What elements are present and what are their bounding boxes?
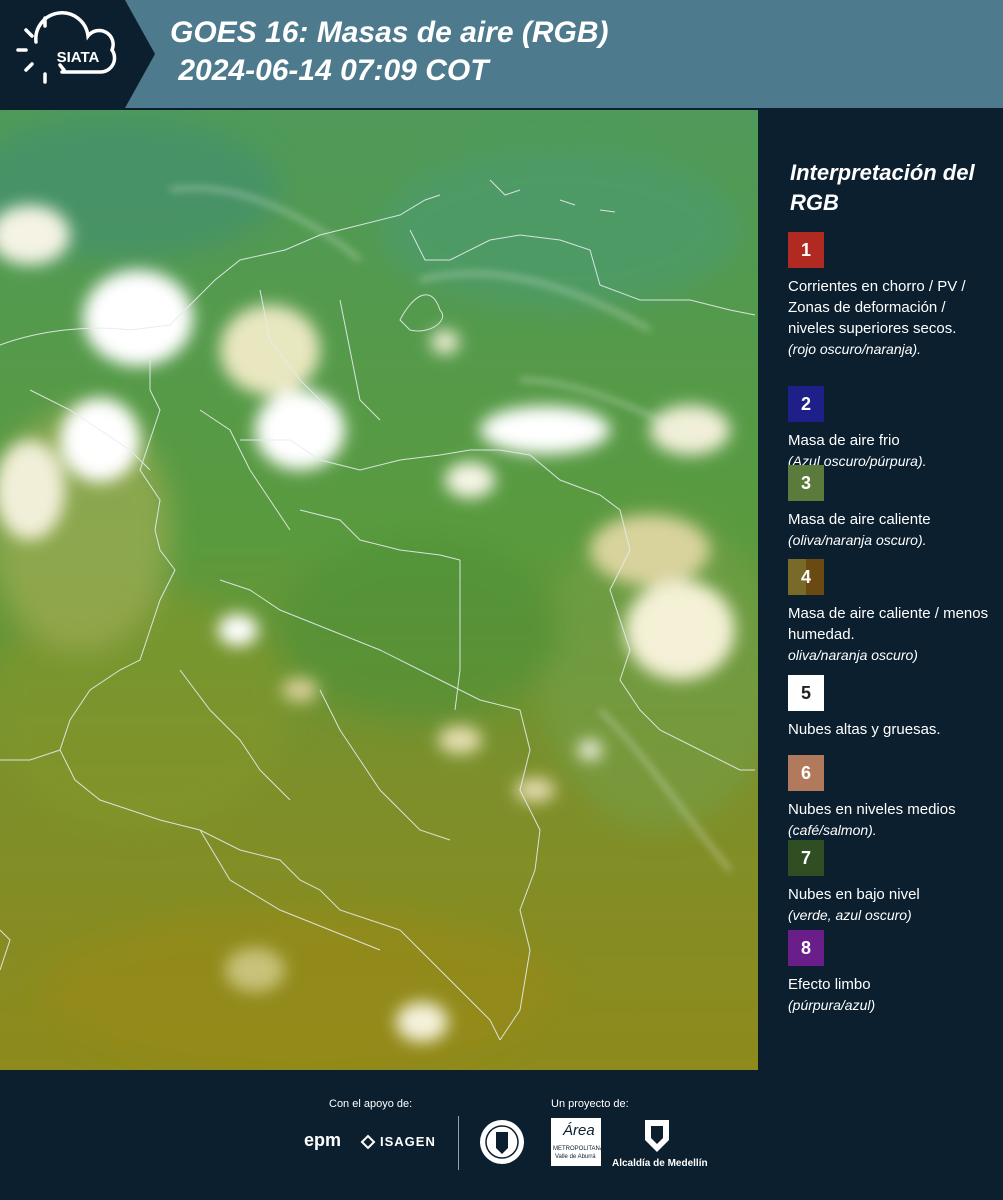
- title-line-1: GOES 16: Masas de aire (RGB): [170, 16, 609, 49]
- title-line-2: 2024-06-14 07:09 COT: [170, 54, 489, 87]
- legend-swatch: 5: [788, 675, 824, 711]
- area-logo-name: Área: [563, 1122, 595, 1139]
- legend-description: Nubes en bajo nivel: [788, 886, 920, 903]
- project-label: Un proyecto de:: [551, 1098, 629, 1110]
- footer: Con el apoyo de: Un proyecto de: epm ISA…: [0, 1072, 1003, 1200]
- area-metropolitana-logo: Área METROPOLITANA Valle de Aburrá: [551, 1118, 604, 1166]
- area-logo-sub2: Valle de Aburrá: [555, 1154, 596, 1160]
- support-label: Con el apoyo de:: [329, 1098, 413, 1110]
- legend-swatch: 2: [788, 386, 824, 422]
- alcaldia-shield-icon: [645, 1120, 669, 1152]
- legend-item-3: 3 Masa de aire caliente (oliva/naranja osc…: [788, 465, 994, 550]
- legend-item-7: 7 Nubes en bajo nivel (verde, azul oscuro): [788, 840, 994, 925]
- isagen-logo-icon: [360, 1134, 376, 1150]
- legend-item-1: 1 Corrientes en chorro / PV / Zonas de de…: [788, 232, 994, 359]
- legend-note: (café/salmon).: [788, 822, 877, 838]
- legend-description: Masa de aire frio: [788, 432, 900, 449]
- page-title: GOES 16: Masas de aire (RGB) 2024-06-14 …: [170, 14, 609, 90]
- legend-item-6: 6 Nubes en niveles medios (café/salmon).: [788, 755, 994, 840]
- legend-note: (púrpura/azul): [788, 997, 876, 1013]
- epm-logo: epm: [304, 1130, 342, 1150]
- legend-swatch: 7: [788, 840, 824, 876]
- legend-note: (verde, azul oscuro): [788, 907, 912, 923]
- isagen-logo: ISAGEN: [380, 1134, 436, 1149]
- satellite-map[interactable]: [0, 110, 758, 1070]
- legend-description: Nubes altas y gruesas.: [788, 721, 941, 738]
- legend-description: Corrientes en chorro / PV / Zonas de def…: [788, 278, 966, 337]
- legend-note: (rojo oscuro/naranja).: [788, 341, 922, 357]
- legend-description: Masa de aire caliente: [788, 511, 931, 528]
- legend-swatch: 4: [788, 559, 824, 595]
- legend-swatch: 6: [788, 755, 824, 791]
- satellite-image: [0, 110, 758, 1070]
- logo-text: SIATA: [57, 49, 100, 66]
- legend-item-2: 2 Masa de aire frio (Azul oscuro/púrpura).: [788, 386, 994, 471]
- legend-item-5: 5 Nubes altas y gruesas.: [788, 675, 994, 740]
- legend-item-4: 4 Masa de aire caliente / menos humedad. o…: [788, 559, 994, 665]
- legend-note: (oliva/naranja oscuro).: [788, 532, 927, 548]
- area-logo-sub: METROPOLITANA: [553, 1146, 604, 1152]
- legend-swatch: 3: [788, 465, 824, 501]
- footer-divider: [458, 1116, 459, 1170]
- legend-title: Interpretación del RGB: [790, 160, 975, 215]
- legend-description: Nubes en niveles medios: [788, 801, 956, 818]
- legend-note: oliva/naranja oscuro): [788, 647, 918, 663]
- legend-swatch: 1: [788, 232, 824, 268]
- legend-description: Masa de aire caliente / menos humedad.: [788, 605, 989, 643]
- legend-swatch: 8: [788, 930, 824, 966]
- legend-description: Efecto limbo: [788, 976, 871, 993]
- university-seal-icon: [480, 1120, 524, 1164]
- legend-panel: Interpretación del RGB 1 Corrientes en ch…: [762, 110, 1003, 1070]
- header-bar: SIATA GOES 16: Masas de aire (RGB) 2024-…: [0, 0, 1003, 108]
- siata-logo-block: SIATA: [0, 0, 155, 108]
- alcaldia-label: Alcaldía de Medellín: [612, 1158, 708, 1169]
- legend-item-8: 8 Efecto limbo (púrpura/azul): [788, 930, 994, 1015]
